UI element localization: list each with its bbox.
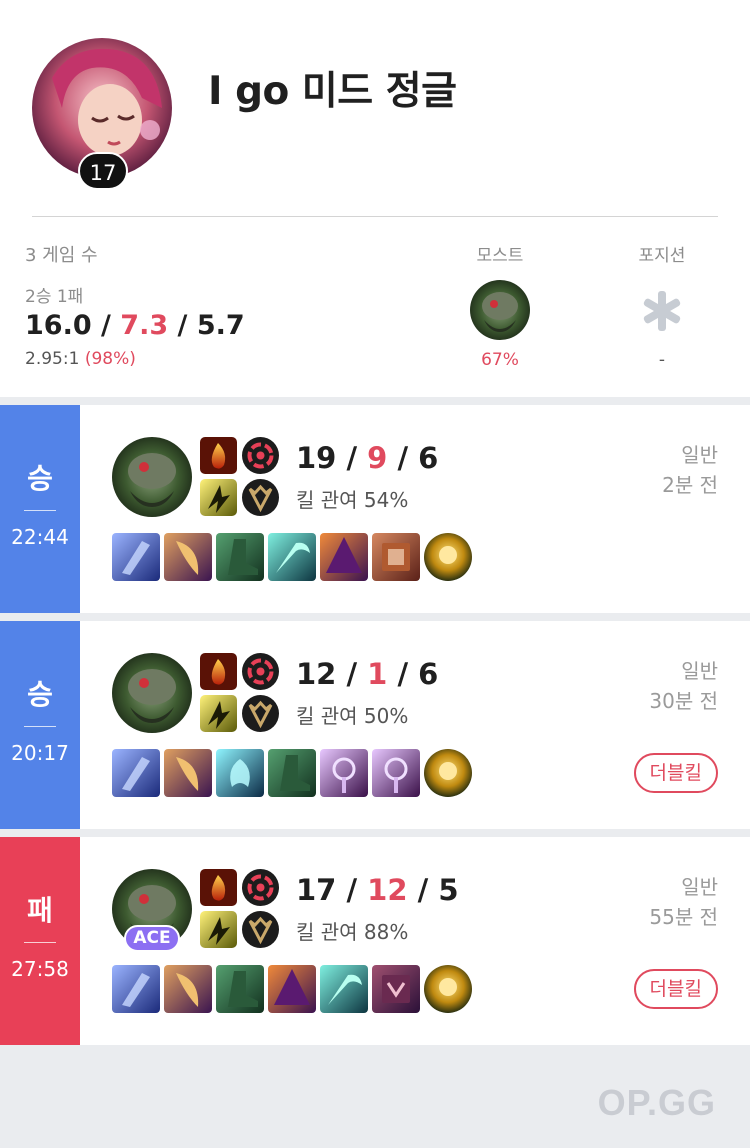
wand-item-icon[interactable] <box>320 749 368 797</box>
champion-icon[interactable] <box>112 653 192 733</box>
recent-summary: 3 게임 수 2승 1패 16.0 / 7.3 / 5.7 2.95:1 (98… <box>0 217 750 397</box>
kills: 19 <box>296 441 337 475</box>
ignite-spell-icon[interactable] <box>200 437 237 474</box>
match-result-bar: 패 27:58 <box>0 837 80 1045</box>
most-champion-winrate: 67% <box>481 350 519 370</box>
ignite-spell-icon[interactable] <box>200 869 237 906</box>
result-divider <box>24 942 56 943</box>
average-deaths: 7.3 <box>120 310 169 341</box>
kill-participation: 킬 관여 88% <box>296 920 409 944</box>
electrocute-rune-icon[interactable] <box>242 437 279 474</box>
kill-participation: 킬 관여 54% <box>296 488 409 512</box>
kill-participation-average: (98%) <box>84 349 136 369</box>
match-result: 승 <box>27 678 53 711</box>
trinket-item-icon[interactable] <box>424 749 472 797</box>
match-result: 승 <box>27 462 53 495</box>
game-mode: 일반 <box>681 875 718 899</box>
flash-spell-icon[interactable] <box>200 695 237 732</box>
trinket-item-icon[interactable] <box>424 533 472 581</box>
games-count-label: 3 게임 수 <box>25 245 98 266</box>
match-card[interactable]: 승 22:44 19 / 9 / 6 킬 관여 54% 일반 2분 전 <box>0 405 750 613</box>
domination-rune-icon[interactable] <box>242 695 279 732</box>
ace-badge: ACE <box>124 925 180 952</box>
time-ago: 30분 전 <box>649 689 718 713</box>
win-loss-record: 2승 1패 <box>25 287 84 307</box>
most-champion-icon[interactable] <box>470 280 530 340</box>
match-card[interactable]: 승 20:17 12 / 1 / 6 킬 관여 50% 일반 30분 전 더블킬 <box>0 621 750 829</box>
multikill-badge: 더블킬 <box>633 753 718 793</box>
time-ago: 55분 전 <box>649 905 718 929</box>
kills: 12 <box>296 657 337 691</box>
match-result-bar: 승 22:44 <box>0 405 80 613</box>
crystal-item-icon[interactable] <box>112 749 160 797</box>
time-ago: 2분 전 <box>662 473 718 497</box>
deaths: 12 <box>367 873 408 907</box>
crystal-item-icon[interactable] <box>112 965 160 1013</box>
flash-spell-icon[interactable] <box>200 911 237 948</box>
claw-item-icon[interactable] <box>164 533 212 581</box>
match-kda: 17 / 12 / 5 <box>296 873 459 907</box>
match-duration: 27:58 <box>11 957 69 981</box>
deaths: 9 <box>367 441 388 475</box>
match-duration: 20:17 <box>11 741 69 765</box>
crystal-item-icon[interactable] <box>112 533 160 581</box>
kills: 17 <box>296 873 337 907</box>
ignite-spell-icon[interactable] <box>200 653 237 690</box>
average-kills: 16.0 <box>25 310 92 341</box>
tome-item-icon[interactable] <box>372 965 420 1013</box>
boots-item-icon[interactable] <box>216 965 264 1013</box>
multikill-badge: 더블킬 <box>633 969 718 1009</box>
match-card[interactable]: 패 27:58 ACE 17 / 12 / 5 킬 관여 88% 일반 55분 … <box>0 837 750 1045</box>
deaths: 1 <box>367 657 388 691</box>
assists: 6 <box>418 657 439 691</box>
spirit-item-icon[interactable] <box>216 749 264 797</box>
boots-item-icon[interactable] <box>216 533 264 581</box>
opgg-logo: OP.GG <box>597 1082 716 1123</box>
assists: 6 <box>418 441 439 475</box>
boots-item-icon[interactable] <box>268 749 316 797</box>
most-champion-label: 모스트 <box>476 246 524 266</box>
result-divider <box>24 726 56 727</box>
match-kda: 19 / 9 / 6 <box>296 441 439 475</box>
hat-item-icon[interactable] <box>268 965 316 1013</box>
match-result-bar: 승 20:17 <box>0 621 80 829</box>
game-mode: 일반 <box>681 443 718 467</box>
trinket-item-icon[interactable] <box>424 965 472 1013</box>
claw-item-icon[interactable] <box>164 965 212 1013</box>
level-badge: 17 <box>78 152 128 190</box>
profile-header: 17 I go 미드 정글 <box>0 0 750 216</box>
flash-spell-icon[interactable] <box>200 479 237 516</box>
result-divider <box>24 510 56 511</box>
electrocute-rune-icon[interactable] <box>242 869 279 906</box>
kda-ratio-value: 2.95:1 <box>25 349 80 369</box>
position-label: 포지션 <box>638 246 686 266</box>
kda-ratio: 2.95:1 (98%) <box>25 349 136 369</box>
match-duration: 22:44 <box>11 525 69 549</box>
domination-rune-icon[interactable] <box>242 479 279 516</box>
hat-item-icon[interactable] <box>320 533 368 581</box>
game-mode: 일반 <box>681 659 718 683</box>
claw-item-icon[interactable] <box>164 749 212 797</box>
champion-icon[interactable] <box>112 437 192 517</box>
scythe-item-icon[interactable] <box>268 533 316 581</box>
average-assists: 5.7 <box>196 310 245 341</box>
asterisk-fill-icon <box>640 289 684 333</box>
assists: 5 <box>438 873 459 907</box>
electrocute-rune-icon[interactable] <box>242 653 279 690</box>
average-kda: 16.0 / 7.3 / 5.7 <box>25 310 245 341</box>
position-value: - <box>658 350 666 370</box>
match-kda: 12 / 1 / 6 <box>296 657 439 691</box>
book-item-icon[interactable] <box>372 533 420 581</box>
wand-item-icon[interactable] <box>372 749 420 797</box>
summoner-name: I go 미드 정글 <box>208 69 457 114</box>
domination-rune-icon[interactable] <box>242 911 279 948</box>
match-result: 패 <box>27 894 53 927</box>
scythe-item-icon[interactable] <box>320 965 368 1013</box>
kill-participation: 킬 관여 50% <box>296 704 409 728</box>
